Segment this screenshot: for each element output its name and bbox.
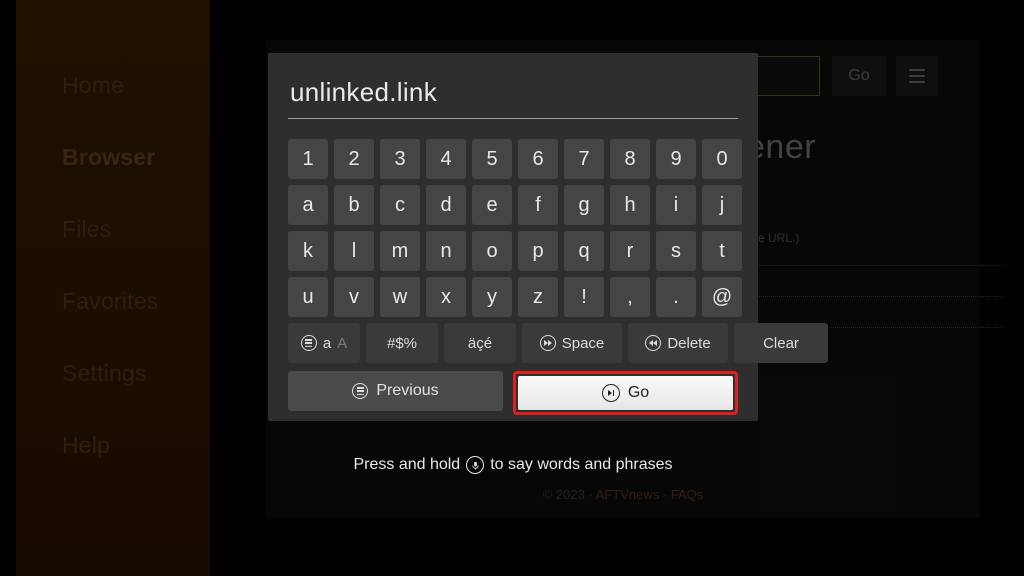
key-u[interactable]: u	[288, 277, 328, 317]
key-![interactable]: !	[564, 277, 604, 317]
key-d[interactable]: d	[426, 185, 466, 225]
key-i[interactable]: i	[656, 185, 696, 225]
key-n[interactable]: n	[426, 231, 466, 271]
shift-lower-label: a	[323, 335, 331, 352]
key-f[interactable]: f	[518, 185, 558, 225]
key-k[interactable]: k	[288, 231, 328, 271]
shift-key[interactable]: aA	[288, 323, 360, 363]
key-r[interactable]: r	[610, 231, 650, 271]
go-label: Go	[628, 384, 649, 402]
clear-key[interactable]: Clear	[734, 323, 828, 363]
key-2[interactable]: 2	[334, 139, 374, 179]
key-g[interactable]: g	[564, 185, 604, 225]
accents-key[interactable]: äçé	[444, 323, 516, 363]
key-7[interactable]: 7	[564, 139, 604, 179]
keyboard-input-text: unlinked.link	[288, 71, 738, 116]
key-m[interactable]: m	[380, 231, 420, 271]
key-s[interactable]: s	[656, 231, 696, 271]
key-b[interactable]: b	[334, 185, 374, 225]
previous-button[interactable]: Previous	[288, 371, 503, 411]
key-w[interactable]: w	[380, 277, 420, 317]
key-3[interactable]: 3	[380, 139, 420, 179]
key-h[interactable]: h	[610, 185, 650, 225]
rewind-circle-icon	[645, 335, 661, 351]
hint-suffix: to say words and phrases	[490, 456, 672, 474]
key-6[interactable]: 6	[518, 139, 558, 179]
key-q[interactable]: q	[564, 231, 604, 271]
key-9[interactable]: 9	[656, 139, 696, 179]
delete-label: Delete	[667, 335, 710, 352]
space-label: Space	[562, 335, 605, 352]
fast-forward-circle-icon	[540, 335, 556, 351]
key-a[interactable]: a	[288, 185, 328, 225]
key-0[interactable]: 0	[702, 139, 742, 179]
key-z[interactable]: z	[518, 277, 558, 317]
microphone-circle-icon	[466, 456, 484, 474]
keyboard-input-underline	[288, 118, 738, 119]
shift-upper-label: A	[337, 335, 347, 352]
key-l[interactable]: l	[334, 231, 374, 271]
key-5[interactable]: 5	[472, 139, 512, 179]
menu-circle-icon	[352, 383, 368, 399]
keyboard-voice-hint: Press and hold to say words and phrases	[268, 456, 758, 474]
hint-prefix: Press and hold	[353, 456, 460, 474]
key-c[interactable]: c	[380, 185, 420, 225]
key-x[interactable]: x	[426, 277, 466, 317]
key-v[interactable]: v	[334, 277, 374, 317]
key-p[interactable]: p	[518, 231, 558, 271]
keyboard-input-area[interactable]: unlinked.link	[288, 71, 738, 125]
key-8[interactable]: 8	[610, 139, 650, 179]
delete-key[interactable]: Delete	[628, 323, 728, 363]
key-,[interactable]: ,	[610, 277, 650, 317]
menu-circle-icon	[301, 335, 317, 351]
key-y[interactable]: y	[472, 277, 512, 317]
go-button-highlight: Go	[513, 371, 738, 415]
play-pause-circle-icon	[602, 384, 620, 402]
key-4[interactable]: 4	[426, 139, 466, 179]
previous-label: Previous	[376, 382, 438, 400]
symbols-key[interactable]: #$%	[366, 323, 438, 363]
key-@[interactable]: @	[702, 277, 742, 317]
key-.[interactable]: .	[656, 277, 696, 317]
key-e[interactable]: e	[472, 185, 512, 225]
key-j[interactable]: j	[702, 185, 742, 225]
key-t[interactable]: t	[702, 231, 742, 271]
key-o[interactable]: o	[472, 231, 512, 271]
space-key[interactable]: Space	[522, 323, 622, 363]
onscreen-keyboard: unlinked.link 1234567890abcdefghijklmnop…	[268, 53, 758, 421]
go-button[interactable]: Go	[518, 376, 733, 410]
key-1[interactable]: 1	[288, 139, 328, 179]
